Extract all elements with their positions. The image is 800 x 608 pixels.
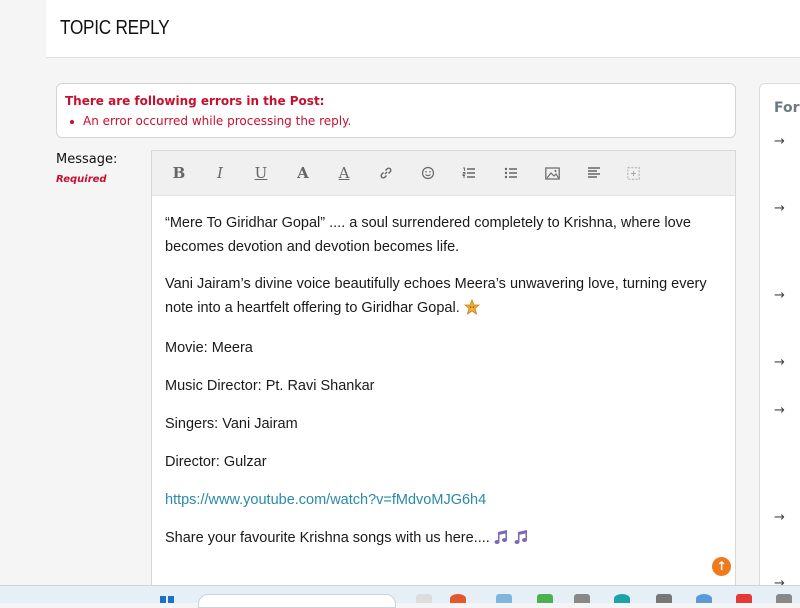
arrow-right-icon[interactable]: →	[774, 201, 785, 216]
error-box: There are following errors in the Post: …	[56, 83, 736, 138]
arrow-right-icon[interactable]: →	[774, 134, 785, 149]
scroll-to-top-button[interactable]: ↑	[712, 557, 731, 576]
os-taskbar	[0, 585, 800, 608]
arrow-right-icon[interactable]: →	[774, 288, 785, 303]
align-icon[interactable]	[579, 159, 609, 187]
post-closing-text: Share your favourite Krishna songs with …	[165, 530, 490, 546]
post-paragraph-1: “Mere To Giridhar Gopal” .... a soul sur…	[165, 215, 692, 255]
post-paragraph-2: Vani Jairam’s divine voice beautifully e…	[165, 272, 725, 323]
star-emoji-icon	[463, 298, 480, 323]
editor-content[interactable]: “Mere To Giridhar Gopal” .... a soul sur…	[165, 211, 725, 553]
error-item: An error occurred while processing the r…	[69, 114, 352, 128]
image-icon[interactable]	[537, 159, 567, 187]
required-label: Required	[56, 174, 107, 185]
color-button[interactable]: A	[329, 159, 359, 187]
post-director: Director: Gulzar	[165, 454, 267, 470]
error-title: There are following errors in the Post:	[65, 94, 325, 108]
sidebar-title: Foru	[774, 100, 800, 116]
youtube-link[interactable]: https://www.youtube.com/watch?v=fMdvoMJG…	[165, 488, 725, 512]
expand-icon[interactable]	[618, 159, 648, 187]
page-header: TOPIC REPLY	[46, 0, 800, 58]
music-notes-icon	[494, 529, 530, 553]
forum-sidebar: Foru → → → → → → →	[759, 83, 800, 603]
bullet-list-icon[interactable]	[496, 159, 526, 187]
arrow-right-icon[interactable]: →	[774, 403, 785, 418]
italic-button[interactable]: I	[205, 159, 235, 187]
page-title: TOPIC REPLY	[60, 17, 170, 39]
message-label: Message:	[56, 152, 118, 167]
underline-button[interactable]: U	[246, 159, 276, 187]
post-music-director: Music Director: Pt. Ravi Shankar	[165, 378, 375, 394]
post-singers: Singers: Vani Jairam	[165, 416, 298, 432]
post-movie: Movie: Meera	[165, 340, 253, 356]
editor-toolbar: B I U A A	[152, 151, 735, 196]
numbered-list-icon[interactable]	[454, 159, 484, 187]
post-closing: Share your favourite Krishna songs with …	[165, 526, 725, 553]
taskbar-search-input[interactable]	[198, 594, 396, 608]
message-editor[interactable]: B I U A A “Mere To Giridhar Gopal” .... …	[151, 150, 736, 590]
bold-button[interactable]: B	[164, 159, 194, 187]
emoji-icon[interactable]	[413, 159, 443, 187]
arrow-right-icon[interactable]: →	[774, 510, 785, 525]
font-button[interactable]: A	[288, 159, 318, 187]
post-paragraph-2-text: Vani Jairam’s divine voice beautifully e…	[165, 276, 707, 316]
arrow-right-icon[interactable]: →	[774, 355, 785, 370]
link-icon[interactable]	[371, 159, 401, 187]
